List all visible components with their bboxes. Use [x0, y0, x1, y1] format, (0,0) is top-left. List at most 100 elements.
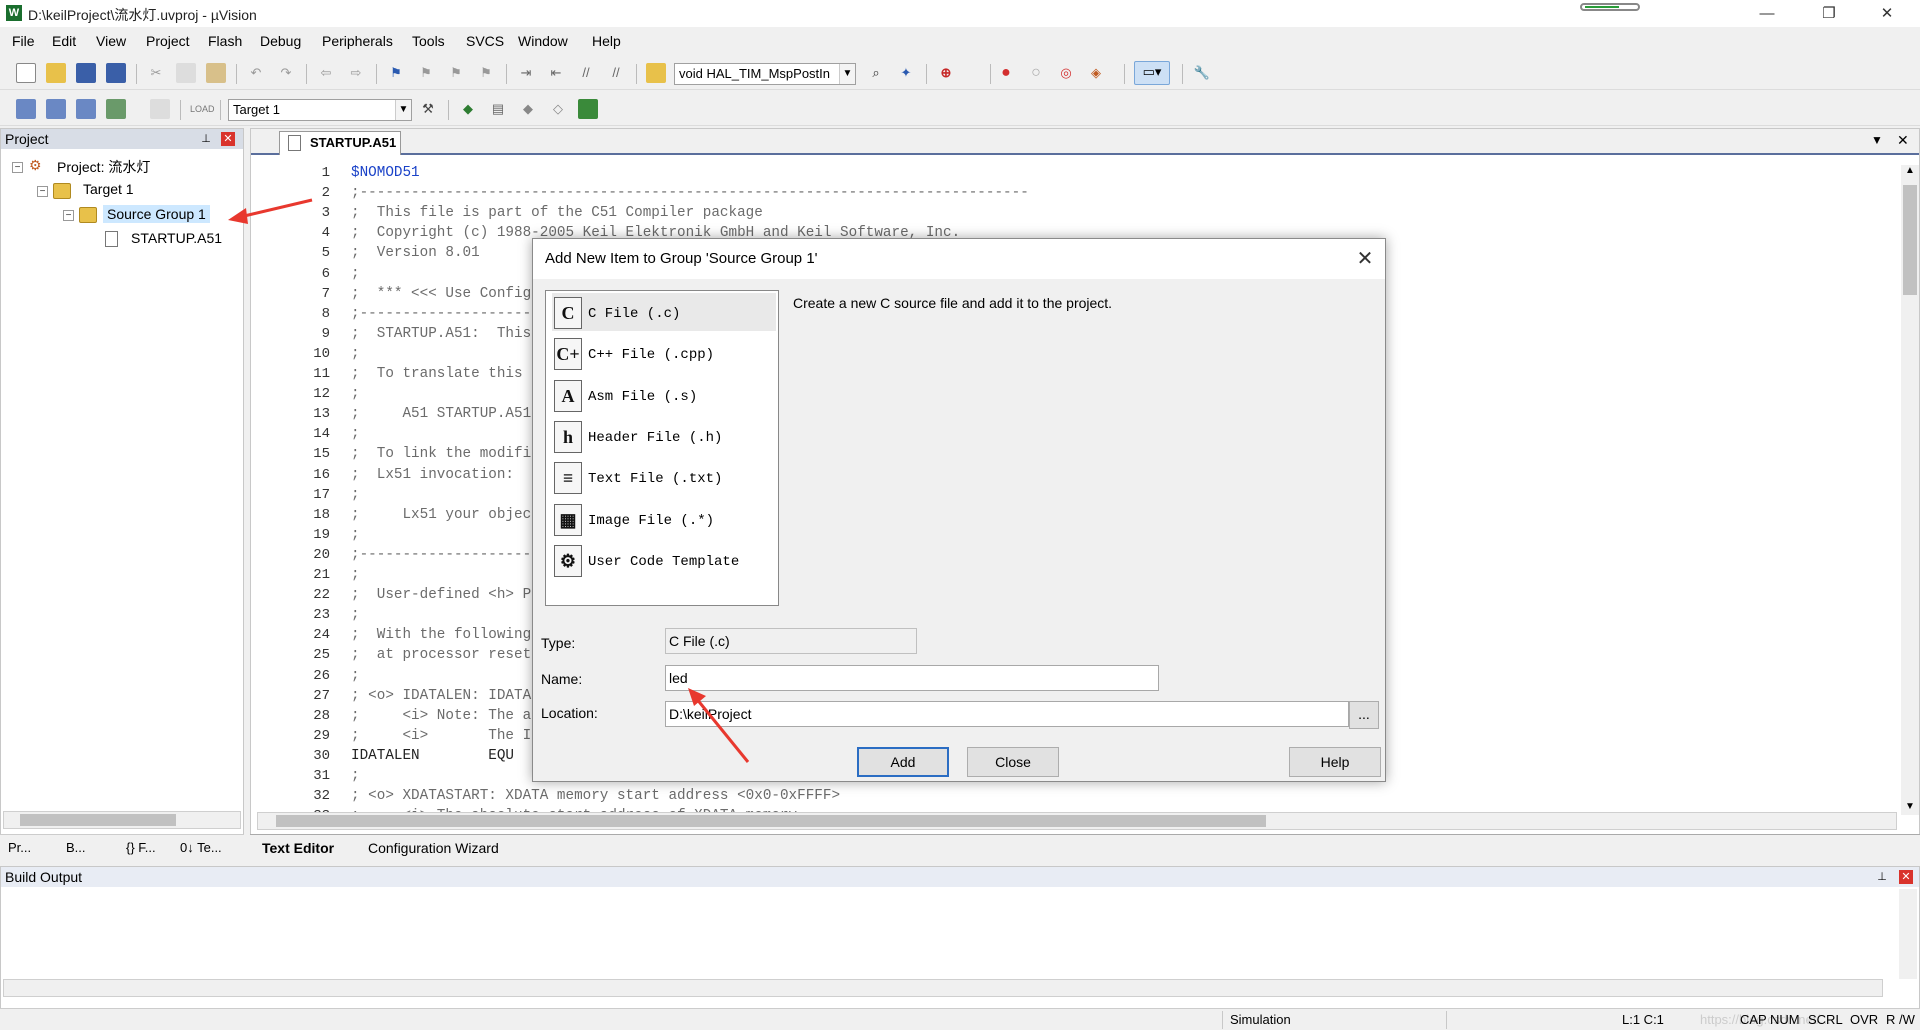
comment-icon[interactable]: // [576, 63, 596, 83]
copy-icon[interactable] [176, 63, 196, 83]
menu-view[interactable]: View [96, 33, 126, 49]
collapse-icon[interactable]: − [37, 186, 48, 197]
name-input[interactable]: led [665, 665, 1159, 691]
menu-project[interactable]: Project [146, 33, 190, 49]
item-type-option[interactable]: ▦ Image File (.*) [552, 500, 776, 538]
menu-edit[interactable]: Edit [52, 33, 76, 49]
tab-templates[interactable]: 0↓ Te... [180, 840, 222, 855]
tab-dropdown-icon[interactable]: ▼ [1871, 133, 1883, 147]
item-type-option[interactable]: h Header File (.h) [552, 417, 776, 455]
run-time-env-icon[interactable] [578, 99, 598, 119]
target-combo[interactable]: Target 1 ▼ [228, 99, 412, 121]
close-tab-icon[interactable]: ✕ [1897, 132, 1909, 149]
select-packs-icon[interactable]: ◇ [548, 99, 568, 119]
location-input[interactable]: D:\keilProject [665, 701, 1349, 727]
collapse-icon[interactable]: − [12, 162, 23, 173]
editor-hscrollbar[interactable] [257, 812, 1897, 830]
item-type-option[interactable]: ⚙ User Code Template [552, 541, 776, 579]
incremental-find-icon[interactable]: ✦ [896, 63, 916, 83]
options-for-target-icon[interactable]: ⚒ [418, 99, 438, 119]
browse-button[interactable]: ... [1349, 701, 1379, 729]
tab-configuration-wizard[interactable]: Configuration Wizard [368, 840, 499, 856]
breakpoint-icon[interactable]: ● [996, 63, 1016, 83]
save-icon[interactable] [76, 63, 96, 83]
close-button[interactable]: Close [967, 747, 1059, 777]
paste-icon[interactable] [206, 63, 226, 83]
tree-target[interactable]: Target 1 [83, 181, 134, 197]
disable-breakpoint-icon[interactable]: ○ [1026, 63, 1046, 83]
kill-breakpoints-icon[interactable]: ◎ [1056, 63, 1076, 83]
project-hscrollbar[interactable] [3, 811, 241, 829]
menu-svcs[interactable]: SVCS [466, 33, 504, 49]
undo-icon[interactable]: ↶ [246, 63, 266, 83]
find-icon[interactable]: ⌕ [866, 63, 886, 83]
bookmark-icon[interactable]: ⚑ [386, 63, 406, 83]
minimize-button[interactable]: — [1744, 0, 1790, 27]
download-icon[interactable]: LOAD [190, 99, 215, 119]
redo-icon[interactable]: ↷ [276, 63, 296, 83]
item-type-option[interactable]: C+ C++ File (.cpp) [552, 334, 776, 372]
next-bookmark-icon[interactable]: ⚑ [446, 63, 466, 83]
nav-back-icon[interactable]: ⇦ [316, 63, 336, 83]
open-file-icon[interactable] [46, 63, 66, 83]
chevron-down-icon[interactable]: ▼ [839, 64, 855, 84]
pin-icon[interactable]: ⊥ [199, 132, 213, 146]
ime-indicator-icon[interactable] [1580, 3, 1640, 11]
chevron-down-icon[interactable]: ▼ [395, 100, 411, 120]
menu-window[interactable]: Window [518, 33, 568, 49]
build-hscrollbar[interactable] [3, 979, 1883, 997]
menu-tools[interactable]: Tools [412, 33, 445, 49]
new-file-icon[interactable] [16, 63, 36, 83]
uncomment-icon[interactable]: // [606, 63, 626, 83]
tree-project[interactable]: Project: 流水灯 [57, 157, 150, 177]
editor-vscrollbar[interactable]: ▲ ▼ [1901, 165, 1919, 815]
item-type-option[interactable]: A Asm File (.s) [552, 376, 776, 414]
close-window-button[interactable]: ✕ [1864, 0, 1910, 27]
rebuild-icon[interactable] [76, 99, 96, 119]
menu-peripherals[interactable]: Peripherals [322, 33, 393, 49]
tab-books[interactable]: B... [66, 840, 86, 855]
menu-flash[interactable]: Flash [208, 33, 242, 49]
window-layout-icon[interactable]: ▭▾ [1134, 61, 1170, 85]
tab-project[interactable]: Pr... [8, 840, 31, 855]
debug-session-icon[interactable]: ⊕ [936, 63, 956, 83]
stop-build-icon[interactable] [150, 99, 170, 119]
prev-bookmark-icon[interactable]: ⚑ [416, 63, 436, 83]
item-type-list[interactable]: C C File (.c) C+ C++ File (.cpp) A Asm File (… [545, 290, 779, 606]
translate-icon[interactable] [16, 99, 36, 119]
cut-icon[interactable]: ✂ [146, 63, 166, 83]
manage-components-icon[interactable]: ◆ [458, 99, 478, 119]
build-vscrollbar[interactable] [1899, 889, 1917, 979]
batch-build-icon[interactable] [106, 99, 126, 119]
help-button[interactable]: Help [1289, 747, 1381, 777]
menu-file[interactable]: File [12, 33, 35, 49]
close-panel-icon[interactable]: ✕ [221, 132, 235, 146]
build-icon[interactable] [46, 99, 66, 119]
item-type-option[interactable]: ≡ Text File (.txt) [552, 458, 776, 496]
dialog-close-icon[interactable]: ✕ [1353, 247, 1377, 271]
tree-file-startup[interactable]: STARTUP.A51 [131, 230, 222, 246]
tab-text-editor[interactable]: Text Editor [262, 840, 334, 856]
close-panel-icon[interactable]: ✕ [1899, 870, 1913, 884]
add-button[interactable]: Add [857, 747, 949, 777]
clear-bookmarks-icon[interactable]: ⚑ [476, 63, 496, 83]
nav-forward-icon[interactable]: ⇨ [346, 63, 366, 83]
file-extensions-icon[interactable]: ▤ [488, 99, 508, 119]
save-all-icon[interactable] [106, 63, 126, 83]
menu-debug[interactable]: Debug [260, 33, 301, 49]
find-in-files-icon[interactable] [646, 63, 666, 83]
function-combo[interactable]: void HAL_TIM_MspPostIn ▼ [674, 63, 856, 85]
menu-help[interactable]: Help [592, 33, 621, 49]
tab-functions[interactable]: {} F... [126, 840, 156, 855]
pin-icon[interactable]: ⊥ [1875, 870, 1889, 884]
indent-icon[interactable]: ⇥ [516, 63, 536, 83]
disable-all-breakpoints-icon[interactable]: ◈ [1086, 63, 1106, 83]
tree-source-group[interactable]: Source Group 1 [103, 205, 210, 223]
pack-installer-icon[interactable]: ◆ [518, 99, 538, 119]
unindent-icon[interactable]: ⇤ [546, 63, 566, 83]
restore-button[interactable]: ❐ [1806, 0, 1852, 27]
collapse-icon[interactable]: − [63, 210, 74, 221]
editor-tab-startup[interactable]: STARTUP.A51 [279, 131, 401, 155]
item-type-option[interactable]: C C File (.c) [552, 293, 776, 331]
configure-icon[interactable]: 🔧 [1192, 63, 1212, 83]
